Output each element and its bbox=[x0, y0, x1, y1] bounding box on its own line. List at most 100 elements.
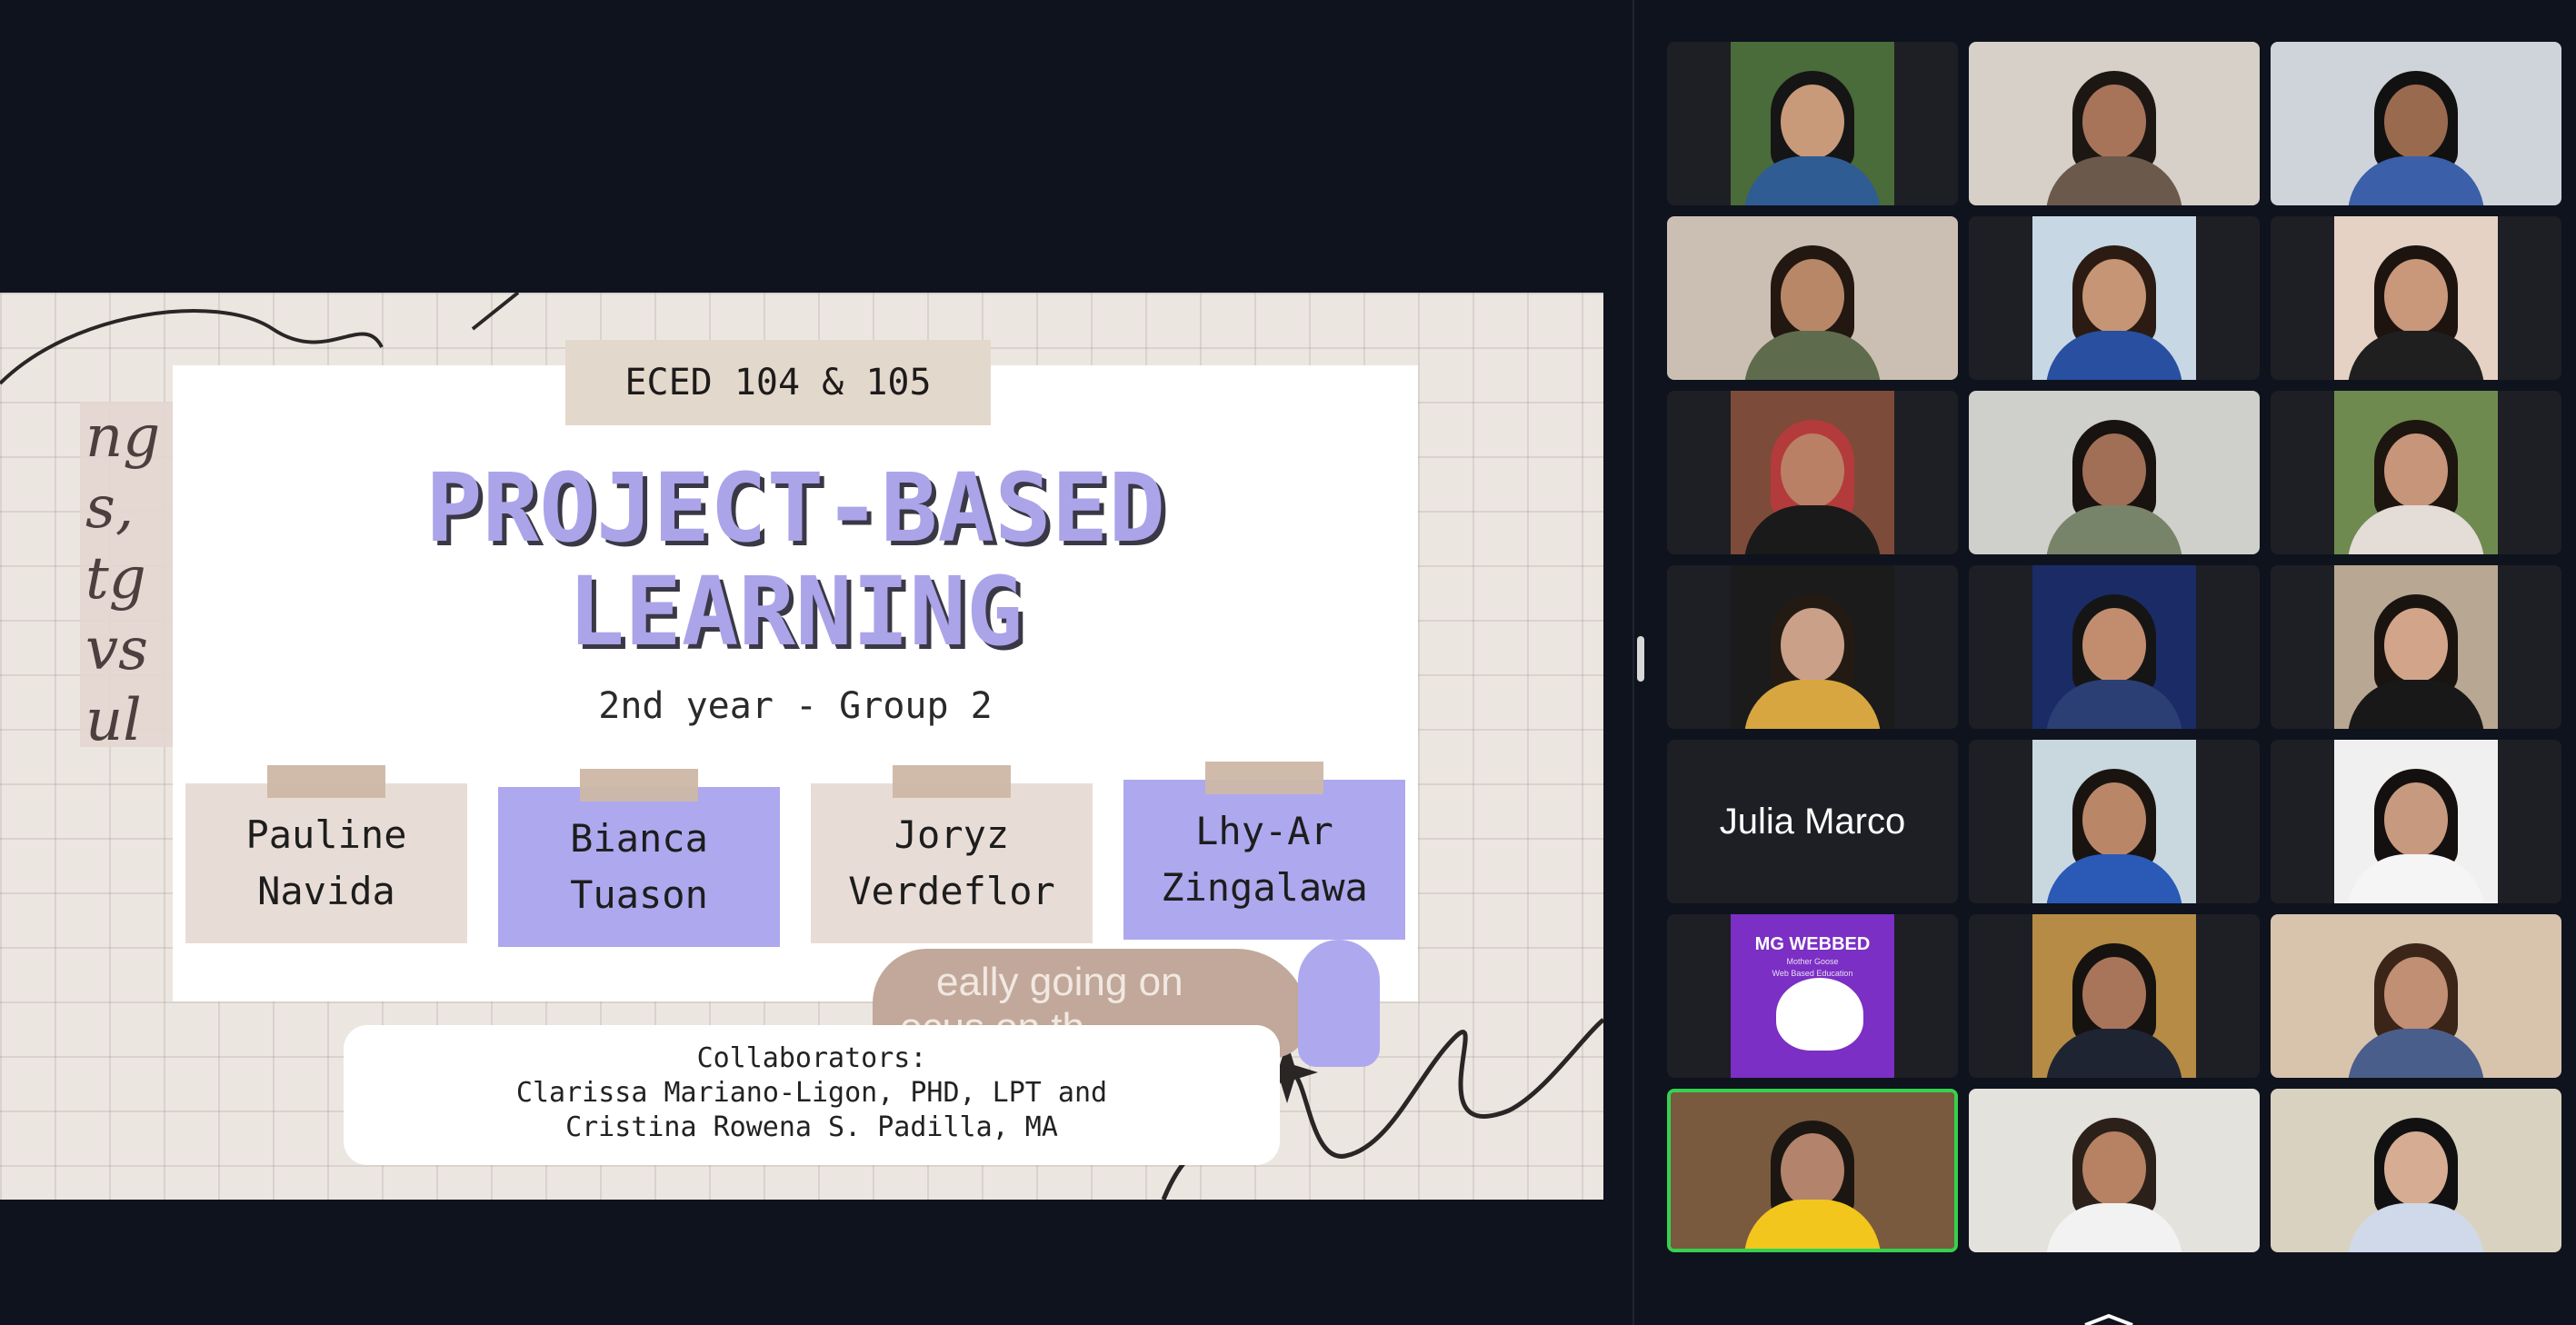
participant-body bbox=[2348, 1029, 2484, 1078]
participant-face bbox=[2082, 782, 2146, 857]
chevron-up-icon[interactable] bbox=[2082, 1314, 2136, 1325]
tape-decoration bbox=[580, 769, 698, 802]
collaborators-line: Clarissa Mariano-Ligon, PHD, LPT and bbox=[515, 1077, 1108, 1109]
participant-tile[interactable] bbox=[2271, 914, 2561, 1078]
participant-tile[interactable] bbox=[1969, 914, 2260, 1078]
participant-face bbox=[2384, 782, 2448, 857]
participant-video bbox=[2334, 391, 2498, 554]
participant-tile[interactable] bbox=[1969, 740, 2260, 903]
logo-subtitle: Mother Goose bbox=[1786, 957, 1839, 966]
participant-face bbox=[2384, 433, 2448, 508]
participant-tile[interactable] bbox=[2271, 42, 2561, 205]
slide-title: PROJECT-BASED LEARNING bbox=[173, 456, 1418, 663]
participant-tile[interactable] bbox=[1667, 42, 1958, 205]
collaborators-line: Cristina Rowena S. Padilla, MA bbox=[565, 1111, 1058, 1143]
logo-title: MG WEBBED bbox=[1754, 934, 1871, 954]
participant-face bbox=[2082, 258, 2146, 334]
participant-tile[interactable] bbox=[1969, 391, 2260, 554]
participant-tile[interactable] bbox=[1969, 216, 2260, 380]
participant-face bbox=[2082, 84, 2146, 159]
participant-body bbox=[1744, 1200, 1881, 1249]
participant-face bbox=[1781, 433, 1844, 508]
participant-face bbox=[2082, 433, 2146, 508]
participant-video bbox=[1969, 391, 2260, 554]
participant-video bbox=[2334, 216, 2498, 380]
participant-video bbox=[1731, 565, 1894, 729]
title-line-1: PROJECT-BASED bbox=[425, 453, 1165, 563]
participant-body bbox=[2348, 331, 2484, 380]
participant-tile[interactable] bbox=[1667, 1089, 1958, 1252]
participant-body bbox=[1744, 680, 1881, 729]
panel-divider bbox=[1632, 0, 1634, 1325]
tape-decoration bbox=[1205, 762, 1323, 794]
participant-face bbox=[2082, 607, 2146, 682]
tape-decoration bbox=[893, 765, 1011, 798]
logo-subtitle: Web Based Education bbox=[1772, 969, 1853, 978]
participant-face bbox=[2384, 607, 2448, 682]
plant-decoration bbox=[1298, 940, 1380, 1067]
shared-screen: ng s, tg vs ul ECED 104 & 105 PROJECT-BA… bbox=[0, 0, 1632, 1325]
participant-body bbox=[2046, 1203, 2182, 1252]
participant-face bbox=[1781, 258, 1844, 334]
participant-video bbox=[2271, 914, 2561, 1078]
participant-video bbox=[1731, 42, 1894, 205]
participant-face bbox=[2384, 1131, 2448, 1206]
participant-body bbox=[2046, 156, 2182, 205]
participant-tile[interactable] bbox=[2271, 1089, 2561, 1252]
participant-face bbox=[1781, 84, 1844, 159]
participant-body bbox=[1744, 331, 1881, 380]
participant-face bbox=[2384, 258, 2448, 334]
collaborators-heading: Collaborators: bbox=[696, 1042, 927, 1074]
participant-video bbox=[2334, 565, 2498, 729]
participant-body bbox=[2348, 854, 2484, 903]
member-card: Pauline Navida bbox=[185, 765, 467, 943]
participant-video bbox=[2271, 42, 2561, 205]
tape-decoration bbox=[267, 765, 385, 798]
participant-body bbox=[2348, 680, 2484, 729]
participant-video bbox=[1969, 42, 2260, 205]
participant-body bbox=[2348, 1203, 2484, 1252]
participant-face bbox=[2082, 1131, 2146, 1206]
participant-face bbox=[1781, 607, 1844, 682]
handwriting-scrap: ng s, tg vs ul bbox=[80, 402, 185, 747]
participant-body bbox=[2046, 1029, 2182, 1078]
goose-icon bbox=[1776, 978, 1863, 1051]
participant-tile[interactable] bbox=[2271, 740, 2561, 903]
participant-tile[interactable] bbox=[1667, 216, 1958, 380]
participant-tile[interactable] bbox=[2271, 216, 2561, 380]
participant-face bbox=[2082, 956, 2146, 1031]
participant-body bbox=[2046, 680, 2182, 729]
resize-handle[interactable] bbox=[1637, 636, 1644, 682]
title-line-2: LEARNING bbox=[567, 556, 1023, 667]
participant-body bbox=[2348, 505, 2484, 554]
participant-body bbox=[2046, 505, 2182, 554]
participant-body bbox=[2046, 854, 2182, 903]
participant-tile[interactable] bbox=[1667, 391, 1958, 554]
presentation-slide: ng s, tg vs ul ECED 104 & 105 PROJECT-BA… bbox=[0, 293, 1603, 1200]
participant-face bbox=[2384, 956, 2448, 1031]
participant-video bbox=[2271, 1089, 2561, 1252]
member-card: Joryz Verdeflor bbox=[811, 765, 1093, 943]
participant-tile[interactable] bbox=[1667, 565, 1958, 729]
participant-video bbox=[2032, 914, 2196, 1078]
logo-avatar: MG WEBBED Mother Goose Web Based Education bbox=[1731, 914, 1894, 1078]
participant-video bbox=[2032, 565, 2196, 729]
participant-face bbox=[2384, 84, 2448, 159]
participant-tile[interactable]: MG WEBBED Mother Goose Web Based Education bbox=[1667, 914, 1958, 1078]
participant-tile[interactable]: Julia Marco bbox=[1667, 740, 1958, 903]
participant-name: Julia Marco bbox=[1719, 801, 1906, 842]
participant-gallery: Julia Marco MG WEBBED Mother Goose Web Base… bbox=[1652, 0, 2576, 1325]
participant-tile[interactable] bbox=[1969, 1089, 2260, 1252]
participant-body bbox=[1744, 156, 1881, 205]
participant-video bbox=[2032, 740, 2196, 903]
participant-video bbox=[1969, 1089, 2260, 1252]
participant-tile[interactable] bbox=[1969, 42, 2260, 205]
participant-video bbox=[1731, 391, 1894, 554]
participant-video bbox=[2334, 740, 2498, 903]
slide-subtitle: 2nd year - Group 2 bbox=[598, 685, 993, 727]
participant-tile[interactable] bbox=[2271, 565, 2561, 729]
participant-video bbox=[1667, 216, 1958, 380]
participant-video bbox=[2032, 216, 2196, 380]
participant-tile[interactable] bbox=[1969, 565, 2260, 729]
participant-tile[interactable] bbox=[2271, 391, 2561, 554]
